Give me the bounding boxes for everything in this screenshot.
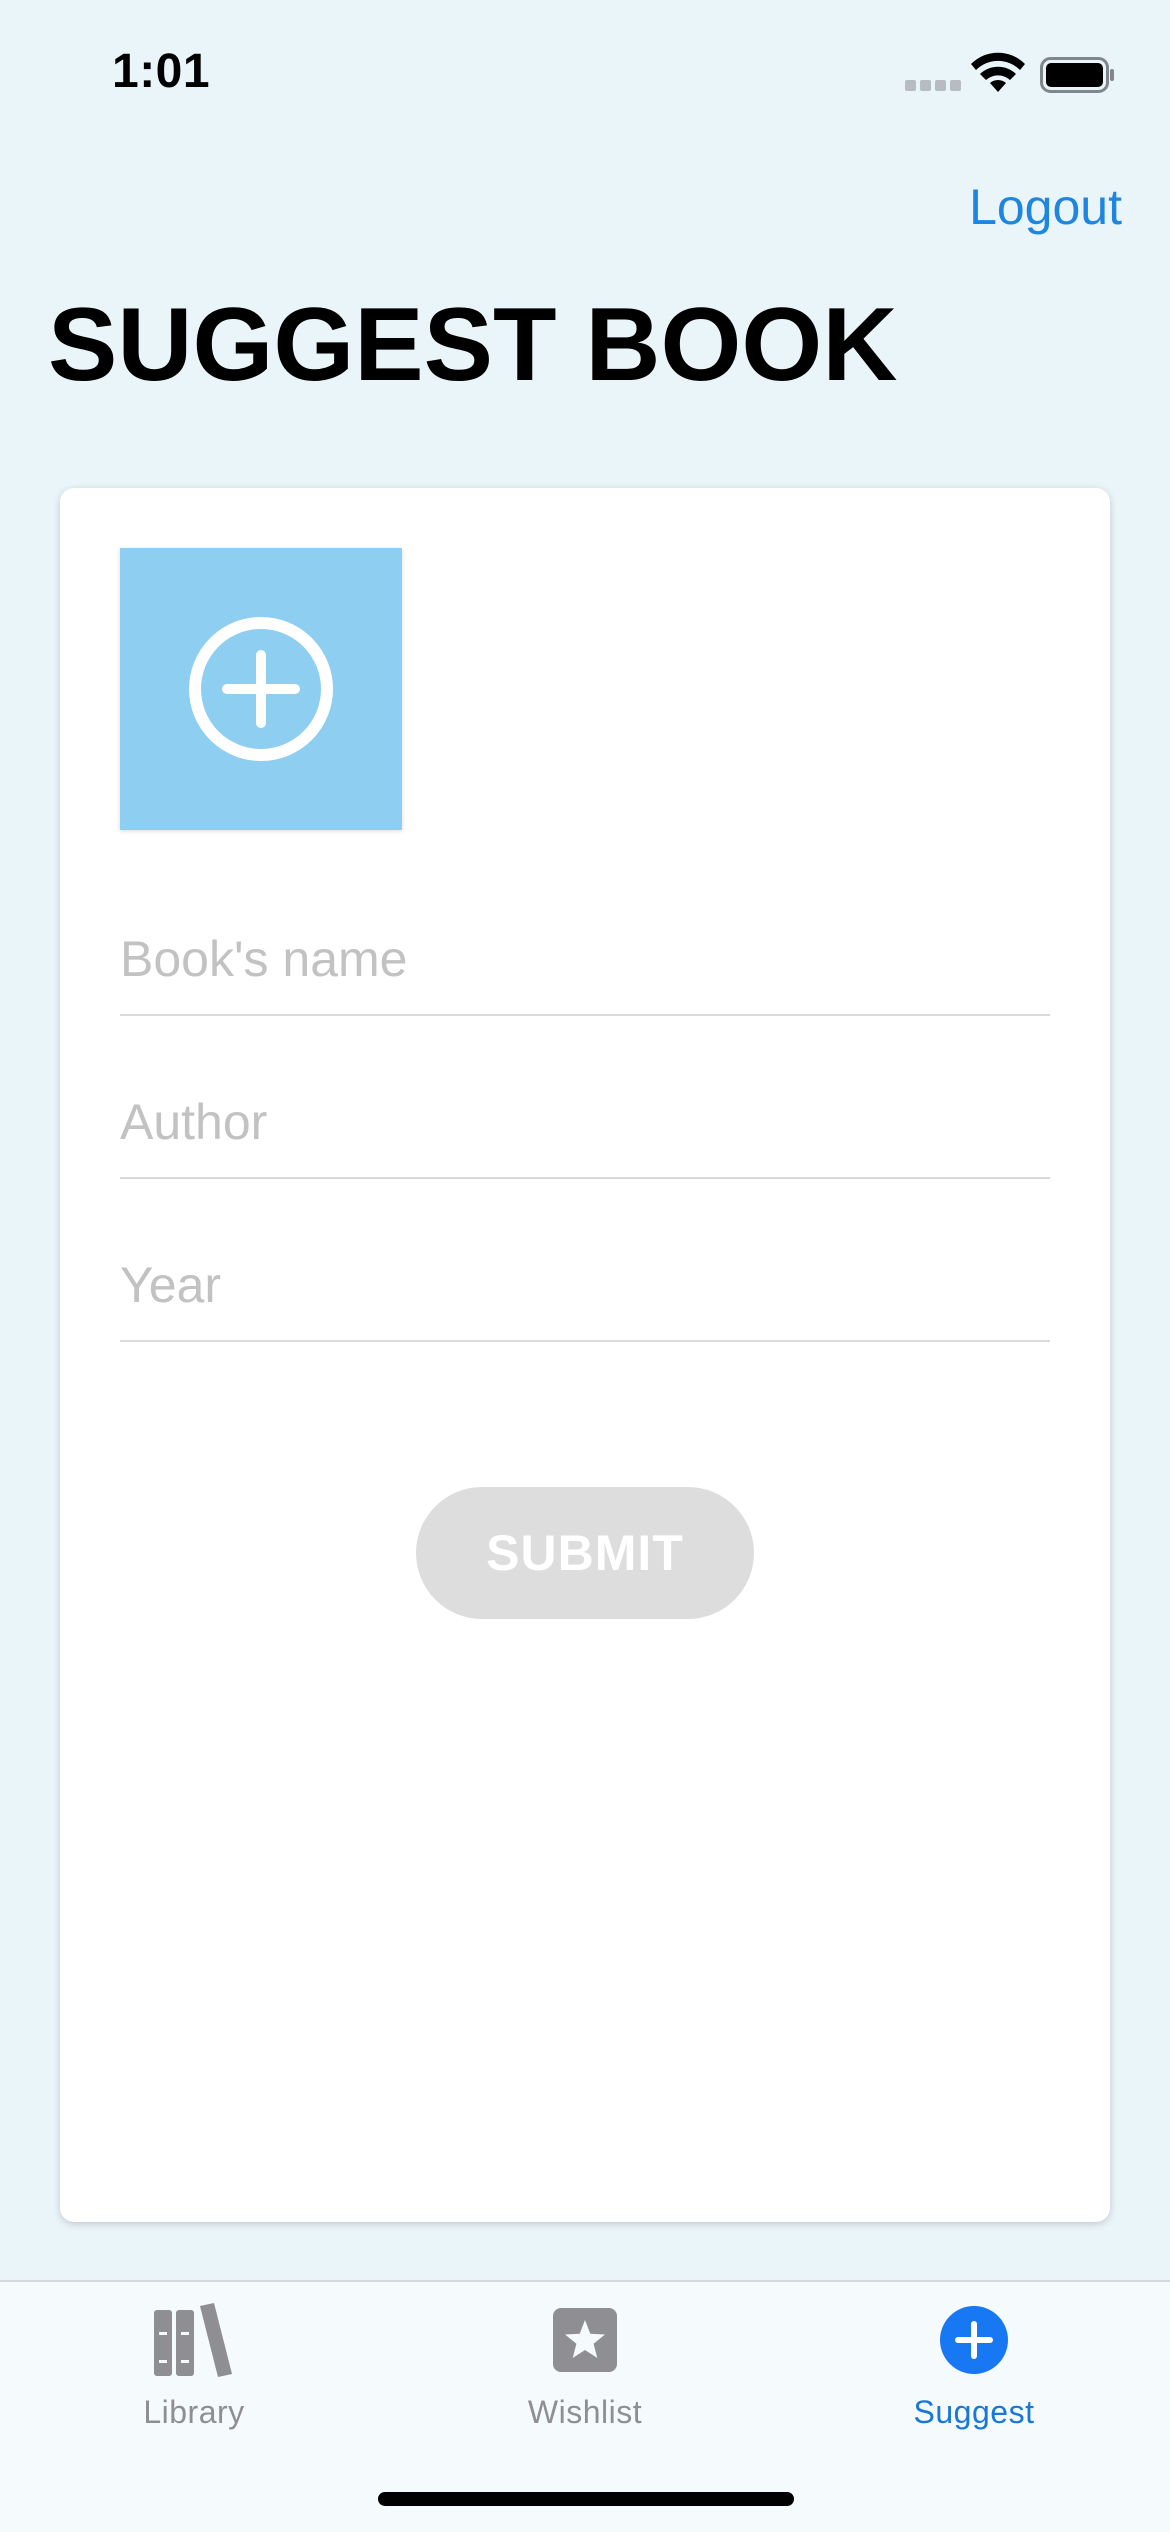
tab-wishlist-label: Wishlist	[527, 2394, 643, 2430]
cellular-signal-icon	[905, 80, 961, 92]
year-input[interactable]	[120, 1256, 1050, 1314]
year-field-container	[120, 1242, 1050, 1342]
status-bar: 1:01	[0, 0, 1170, 140]
logout-button[interactable]: Logout	[969, 178, 1122, 236]
tab-library-label: Library	[143, 2394, 245, 2430]
home-indicator	[378, 2492, 794, 2506]
star-icon	[553, 2308, 617, 2372]
battery-icon	[1040, 57, 1114, 93]
tab-suggest-label: Suggest	[913, 2394, 1035, 2430]
books-icon	[154, 2303, 232, 2377]
wifi-icon	[971, 52, 1025, 92]
tab-wishlist[interactable]: Wishlist	[435, 2300, 735, 2440]
plus-circle-icon	[940, 2306, 1008, 2374]
author-field-container	[120, 1079, 1050, 1179]
add-circle-icon	[189, 617, 333, 761]
tab-library[interactable]: Library	[44, 2300, 344, 2440]
submit-button[interactable]: SUBMIT	[416, 1487, 754, 1619]
tab-suggest[interactable]: Suggest	[824, 2300, 1124, 2440]
author-input[interactable]	[120, 1093, 1050, 1151]
suggest-form-card: SUBMIT	[60, 488, 1110, 2222]
tab-bar: Library Wishlist Suggest	[0, 2280, 1170, 2532]
page-title: SUGGEST BOOK	[48, 287, 898, 403]
book-name-input[interactable]	[120, 930, 1050, 988]
status-time: 1:01	[112, 45, 211, 98]
book-cover-picker[interactable]	[120, 548, 402, 830]
book-name-field-container	[120, 916, 1050, 1016]
